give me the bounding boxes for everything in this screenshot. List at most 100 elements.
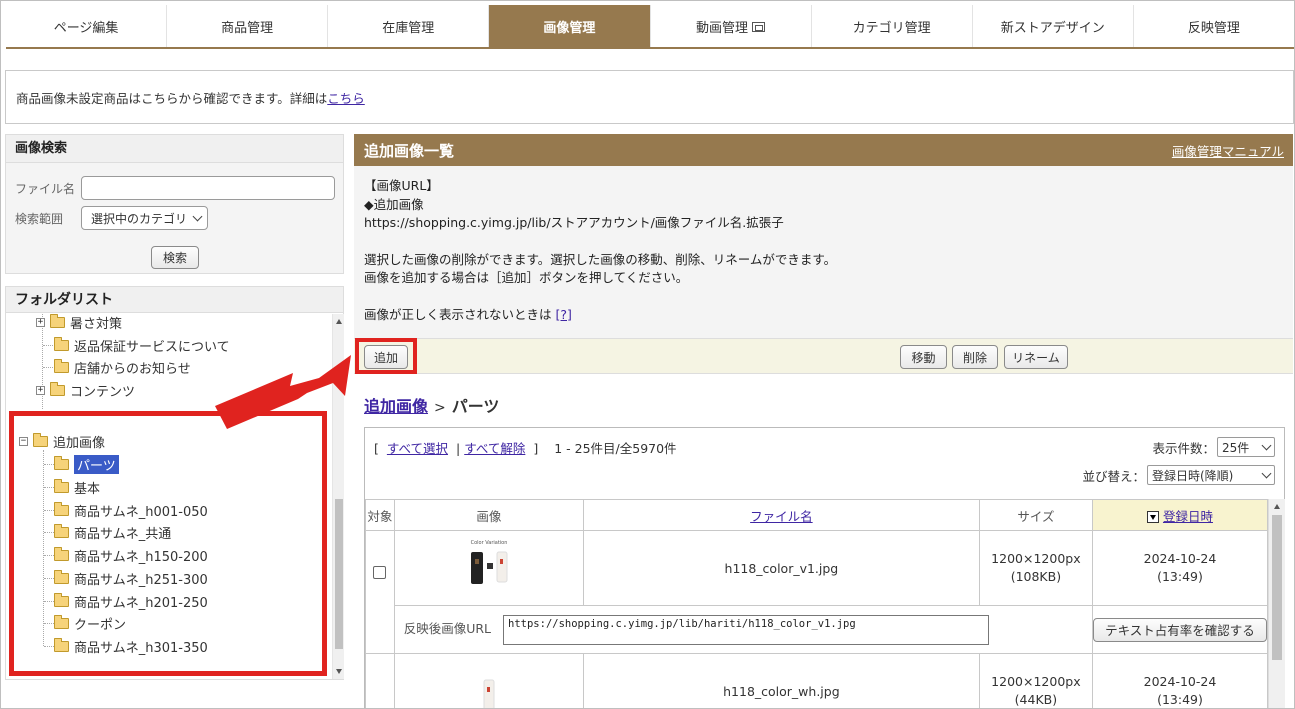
manual-link[interactable]: 画像管理マニュアル: [1172, 141, 1284, 160]
notice-box: 商品画像未設定商品はこちらから確認できます。詳細は こちら: [5, 70, 1294, 124]
table-scrollbar[interactable]: [1268, 499, 1285, 708]
filename-label: ファイル名: [15, 181, 76, 196]
tab-image[interactable]: 画像管理: [489, 5, 651, 47]
folder-icon: [54, 546, 69, 561]
scope-value: 選択中のカテゴリ: [91, 211, 188, 226]
tree-item[interactable]: 商品サムネ_h251-300: [54, 568, 208, 588]
tree-item[interactable]: 商品サムネ_h150-200: [54, 545, 208, 565]
col-filename[interactable]: ファイル名: [582, 499, 980, 531]
col-date[interactable]: 登録日時: [1091, 499, 1269, 531]
collapse-icon[interactable]: −: [19, 436, 28, 446]
tree-item[interactable]: 商品サムネ_h201-250: [54, 591, 208, 611]
delete-button[interactable]: 削除: [952, 345, 998, 369]
folder-scrollbar[interactable]: [332, 314, 344, 679]
filename-sort-link[interactable]: ファイル名: [750, 509, 813, 524]
sort-select[interactable]: 登録日時(降順): [1147, 465, 1275, 485]
image-url-textarea[interactable]: https://shopping.c.yimg.jp/lib/hariti/h1…: [503, 614, 990, 645]
folder-icon: [50, 381, 65, 396]
url-label: 反映後画像URL: [403, 621, 492, 636]
tree-item-label: 商品サムネ_共通: [74, 526, 172, 542]
scroll-up-icon[interactable]: [336, 319, 342, 324]
url-row: 反映後画像URL https://shopping.c.yimg.jp/lib/h…: [366, 605, 1269, 654]
expand-icon[interactable]: +: [36, 385, 45, 395]
per-page-select[interactable]: 25件: [1217, 437, 1275, 457]
product-thumbnail[interactable]: Color Variation: [458, 536, 519, 597]
tree-item[interactable]: クーポン: [54, 613, 126, 633]
image-search-panel: 画像検索 ファイル名 検索範囲 選択中のカテゴリ 検索: [5, 134, 344, 274]
scope-select[interactable]: 選択中のカテゴリ: [81, 206, 209, 230]
date-cell: 2024-10-24 (13:49): [1091, 530, 1269, 606]
tab-label: カテゴリ管理: [852, 20, 931, 36]
scroll-up-icon[interactable]: [1274, 504, 1280, 509]
tab-inventory[interactable]: 在庫管理: [328, 5, 490, 47]
tab-store-design[interactable]: 新ストアデザイン: [972, 5, 1134, 47]
tab-product[interactable]: 商品管理: [167, 5, 329, 47]
tab-label: 画像管理: [543, 20, 596, 36]
tab-label: 商品管理: [221, 20, 274, 36]
tree-item-label: パーツ: [74, 454, 119, 474]
tree-item[interactable]: 商品サムネ_共通: [54, 522, 171, 542]
tree-item[interactable]: 商品サムネ_h001-050: [54, 500, 208, 520]
text-ratio-check-button[interactable]: テキスト占有率を確認する: [1092, 617, 1267, 642]
table-row: h118_color_wh.jpg 1200×1200px (44KB) 2024…: [365, 653, 1269, 708]
scroll-thumb[interactable]: [335, 499, 343, 649]
folder-icon: [33, 432, 48, 447]
breadcrumb-parent-link[interactable]: 追加画像: [364, 397, 428, 416]
image-table: 対象 画像 ファイル名 サイズ 登録日時 Color Variation h11…: [365, 499, 1269, 708]
tab-label: 新ストアデザイン: [1000, 20, 1105, 36]
add-button[interactable]: 追加: [364, 345, 408, 369]
table-row: Color Variation h118_color_v1.jpg 1200×1…: [365, 530, 1269, 654]
folder-icon: [54, 637, 69, 652]
desc-line: [364, 233, 1293, 251]
tree-item-selected[interactable]: パーツ: [54, 454, 119, 474]
tree-item[interactable]: 基本: [54, 477, 100, 497]
desc-line: [364, 288, 1293, 306]
product-thumbnail[interactable]: [458, 659, 519, 708]
tab-page-edit[interactable]: ページ編集: [6, 5, 168, 47]
tab-category[interactable]: カテゴリ管理: [811, 5, 973, 47]
select-all-link[interactable]: すべて選択: [387, 441, 448, 456]
row-checkbox[interactable]: [373, 566, 387, 579]
move-button[interactable]: 移動: [900, 345, 947, 369]
tree-root-added-images[interactable]: − 追加画像: [19, 431, 105, 451]
expand-icon[interactable]: +: [36, 317, 45, 327]
scroll-thumb[interactable]: [1272, 515, 1282, 660]
tree-item[interactable]: 商品サムネ_h301-350: [54, 636, 208, 656]
image-list: [ すべて選択 | すべて解除 ] 1 - 25件目/全5970件 表示件数： 2…: [364, 427, 1285, 708]
thumbnail-cell: Color Variation: [393, 530, 584, 606]
thumbnail-image: [458, 659, 519, 708]
chevron-down-icon: [1261, 440, 1272, 450]
tree-item[interactable]: + 暑さ対策: [36, 314, 122, 332]
app-window: ページ編集 商品管理 在庫管理 画像管理 動画管理 カテゴリ管理 新ストアデザイ…: [0, 0, 1295, 709]
filename-input[interactable]: [81, 176, 335, 200]
tab-publish[interactable]: 反映管理: [1133, 5, 1294, 47]
date-sort-link[interactable]: 登録日時: [1163, 509, 1213, 524]
deselect-all-link[interactable]: すべて解除: [464, 441, 525, 456]
tree-item-label: 商品サムネ_h251-300: [74, 572, 208, 588]
size-cell: 1200×1200px (108KB): [978, 530, 1093, 606]
size-bytes: (108KB): [1010, 569, 1062, 584]
col-target: 対象: [365, 499, 395, 531]
bracket: ]: [533, 441, 539, 456]
action-bar: 追加 移動 削除 リネーム: [354, 338, 1293, 374]
folder-icon: [54, 592, 69, 607]
time-value: (13:49): [1157, 692, 1203, 707]
tree-item[interactable]: 返品保証サービスについて: [54, 335, 230, 355]
tab-label: ページ編集: [53, 20, 119, 36]
tree-item[interactable]: 店舗からのお知らせ: [54, 357, 191, 377]
rename-button[interactable]: リネーム: [1004, 345, 1068, 369]
notice-link[interactable]: こちら: [327, 88, 365, 107]
search-button[interactable]: 検索: [151, 246, 199, 269]
tree-item[interactable]: + コンテンツ: [36, 380, 135, 400]
scope-label: 検索範囲: [15, 211, 64, 226]
help-link[interactable]: [?]: [555, 307, 571, 322]
tree-item-label: 商品サムネ_h150-200: [74, 549, 208, 565]
scroll-down-icon[interactable]: [336, 669, 342, 674]
breadcrumb: 追加画像 > パーツ: [364, 393, 499, 417]
size-bytes: (44KB): [1014, 692, 1058, 707]
breadcrumb-current: パーツ: [451, 397, 500, 416]
tab-video[interactable]: 動画管理: [650, 5, 812, 47]
desc-line: ◆追加画像: [364, 196, 424, 212]
tree-item-label: 商品サムネ_h201-250: [74, 595, 208, 611]
desc-line: 選択した画像の削除ができます。選択した画像の移動、削除、リネームができます。: [364, 251, 837, 267]
